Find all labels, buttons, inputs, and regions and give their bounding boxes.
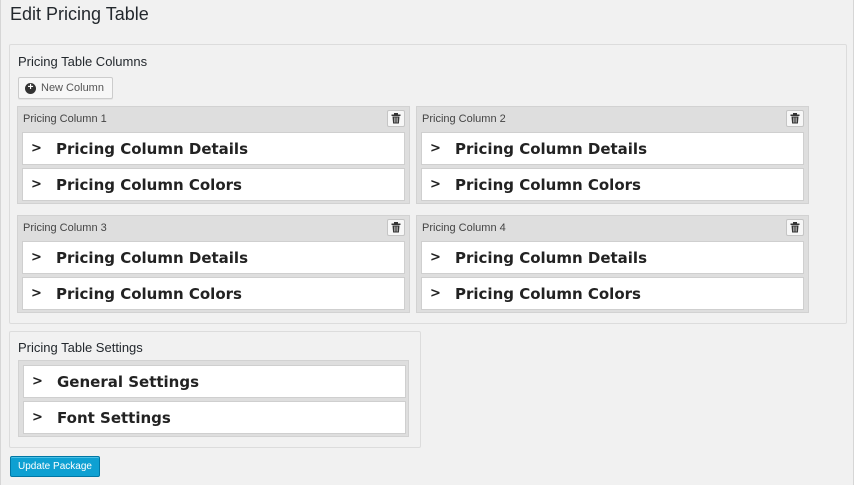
accordion-label: Pricing Column Details <box>455 139 647 158</box>
new-column-label: New Column <box>41 82 104 94</box>
delete-column-button[interactable] <box>387 219 405 236</box>
accordion-column-details[interactable]: > Pricing Column Details <box>421 241 804 274</box>
accordion-column-details[interactable]: > Pricing Column Details <box>421 132 804 165</box>
column-title: Pricing Column 1 <box>23 113 107 125</box>
update-package-button[interactable]: Update Package <box>10 456 100 477</box>
new-column-button[interactable]: + New Column <box>18 77 113 99</box>
chevron-right-icon: > <box>430 177 441 192</box>
accordion-column-colors[interactable]: > Pricing Column Colors <box>22 277 405 310</box>
accordion-label: Pricing Column Colors <box>455 284 641 303</box>
settings-accordion: > General Settings > Font Settings <box>18 360 409 437</box>
page-title: Edit Pricing Table <box>10 4 149 24</box>
columns-panel-title: Pricing Table Columns <box>18 54 148 69</box>
chevron-right-icon: > <box>430 141 441 156</box>
accordion-column-colors[interactable]: > Pricing Column Colors <box>22 168 405 201</box>
accordion-label: Pricing Column Details <box>455 248 647 267</box>
chevron-right-icon: > <box>32 374 43 389</box>
accordion-column-details[interactable]: > Pricing Column Details <box>22 132 405 165</box>
accordion-label: General Settings <box>57 372 200 391</box>
chevron-right-icon: > <box>31 250 42 265</box>
accordion-column-colors[interactable]: > Pricing Column Colors <box>421 277 804 310</box>
accordion-font-settings[interactable]: > Font Settings <box>23 401 406 434</box>
chevron-right-icon: > <box>31 141 42 156</box>
chevron-right-icon: > <box>430 286 441 301</box>
column-title: Pricing Column 3 <box>23 222 107 234</box>
delete-column-button[interactable] <box>387 110 405 127</box>
pricing-column-1: Pricing Column 1 > Pricing Column Detail… <box>17 106 410 204</box>
column-title: Pricing Column 4 <box>422 222 506 234</box>
pricing-columns-panel: Pricing Table Columns + New Column Prici… <box>9 44 847 324</box>
plus-circle-icon: + <box>25 82 36 94</box>
accordion-label: Font Settings <box>57 408 171 427</box>
accordion-label: Pricing Column Details <box>56 248 248 267</box>
pricing-column-3: Pricing Column 3 > Pricing Column Detail… <box>17 215 410 313</box>
pricing-column-2: Pricing Column 2 > Pricing Column Detail… <box>416 106 809 204</box>
accordion-column-details[interactable]: > Pricing Column Details <box>22 241 405 274</box>
delete-column-button[interactable] <box>786 219 804 236</box>
chevron-right-icon: > <box>430 250 441 265</box>
accordion-general-settings[interactable]: > General Settings <box>23 365 406 398</box>
pricing-column-4: Pricing Column 4 > Pricing Column Detail… <box>416 215 809 313</box>
accordion-column-colors[interactable]: > Pricing Column Colors <box>421 168 804 201</box>
pricing-settings-panel: Pricing Table Settings > General Setting… <box>9 331 421 448</box>
trash-icon <box>391 113 401 124</box>
settings-panel-title: Pricing Table Settings <box>18 340 143 355</box>
accordion-label: Pricing Column Colors <box>455 175 641 194</box>
chevron-right-icon: > <box>32 410 43 425</box>
trash-icon <box>790 113 800 124</box>
accordion-label: Pricing Column Colors <box>56 175 242 194</box>
chevron-right-icon: > <box>31 286 42 301</box>
delete-column-button[interactable] <box>786 110 804 127</box>
accordion-label: Pricing Column Details <box>56 139 248 158</box>
trash-icon <box>790 222 800 233</box>
chevron-right-icon: > <box>31 177 42 192</box>
accordion-label: Pricing Column Colors <box>56 284 242 303</box>
trash-icon <box>391 222 401 233</box>
column-title: Pricing Column 2 <box>422 113 506 125</box>
